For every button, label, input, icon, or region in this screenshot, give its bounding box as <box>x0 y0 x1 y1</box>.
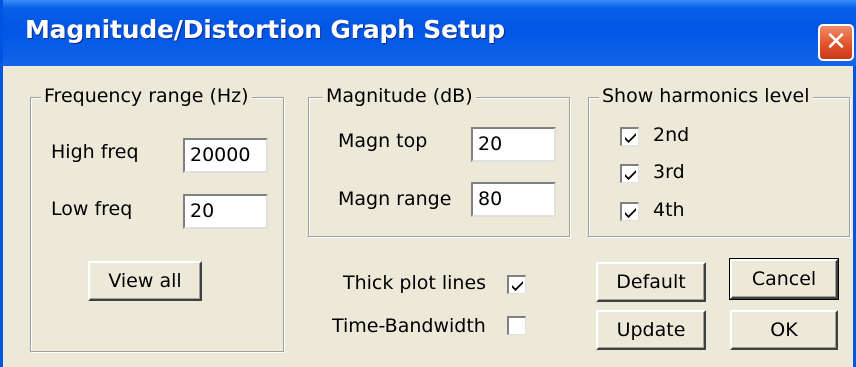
harmonic-2nd-check[interactable] <box>620 127 639 146</box>
harmonic-4th-label: 4th <box>653 199 685 221</box>
harmonics-legend: Show harmonics level <box>599 85 813 107</box>
harmonic-3rd-label: 3rd <box>653 161 685 183</box>
harmonic-4th-check[interactable] <box>620 202 639 221</box>
harmonic-2nd-checkbox[interactable]: 2nd <box>620 123 740 149</box>
magn-range-input[interactable]: 80 <box>471 182 556 217</box>
update-button[interactable]: Update <box>596 310 706 350</box>
thick-plot-lines-checkbox[interactable] <box>507 275 526 294</box>
magn-range-label: Magn range <box>338 188 452 210</box>
harmonic-4th-checkbox[interactable]: 4th <box>620 198 740 224</box>
thick-plot-lines-label: Thick plot lines <box>343 272 487 294</box>
checkmark-icon <box>625 208 636 218</box>
checkmark-icon <box>512 281 523 291</box>
close-icon: ✕ <box>825 27 847 57</box>
magnitude-legend: Magnitude (dB) <box>323 85 476 107</box>
time-bandwidth-label: Time-Bandwidth <box>332 315 486 337</box>
low-freq-label: Low freq <box>51 198 133 220</box>
frequency-range-group: Frequency range (Hz) High freq 20000 Low… <box>30 85 284 352</box>
window-title: Magnitude/Distortion Graph Setup <box>25 15 505 44</box>
magn-top-input[interactable]: 20 <box>471 127 556 162</box>
close-button[interactable]: ✕ <box>818 24 854 61</box>
time-bandwidth-checkbox[interactable] <box>507 316 526 335</box>
harmonics-group: Show harmonics level 2nd 3rd 4th <box>588 85 850 237</box>
default-button[interactable]: Default <box>596 262 706 302</box>
magn-top-label: Magn top <box>338 130 428 152</box>
checkmark-icon <box>625 133 636 143</box>
high-freq-input[interactable]: 20000 <box>183 138 268 173</box>
harmonic-3rd-check[interactable] <box>620 164 639 183</box>
title-bar[interactable]: Magnitude/Distortion Graph Setup ✕ <box>3 0 856 66</box>
ok-button[interactable]: OK <box>730 310 838 350</box>
harmonic-2nd-label: 2nd <box>653 124 690 146</box>
frequency-range-legend: Frequency range (Hz) <box>41 85 252 107</box>
cancel-button[interactable]: Cancel <box>729 258 839 300</box>
checkmark-icon <box>625 170 636 180</box>
magnitude-group: Magnitude (dB) Magn top 20 Magn range 80 <box>308 85 570 237</box>
high-freq-label: High freq <box>51 141 139 163</box>
dialog-window: Magnitude/Distortion Graph Setup ✕ Frequ… <box>0 0 856 367</box>
low-freq-input[interactable]: 20 <box>183 194 268 229</box>
harmonic-3rd-checkbox[interactable]: 3rd <box>620 160 740 186</box>
view-all-button[interactable]: View all <box>88 261 202 301</box>
